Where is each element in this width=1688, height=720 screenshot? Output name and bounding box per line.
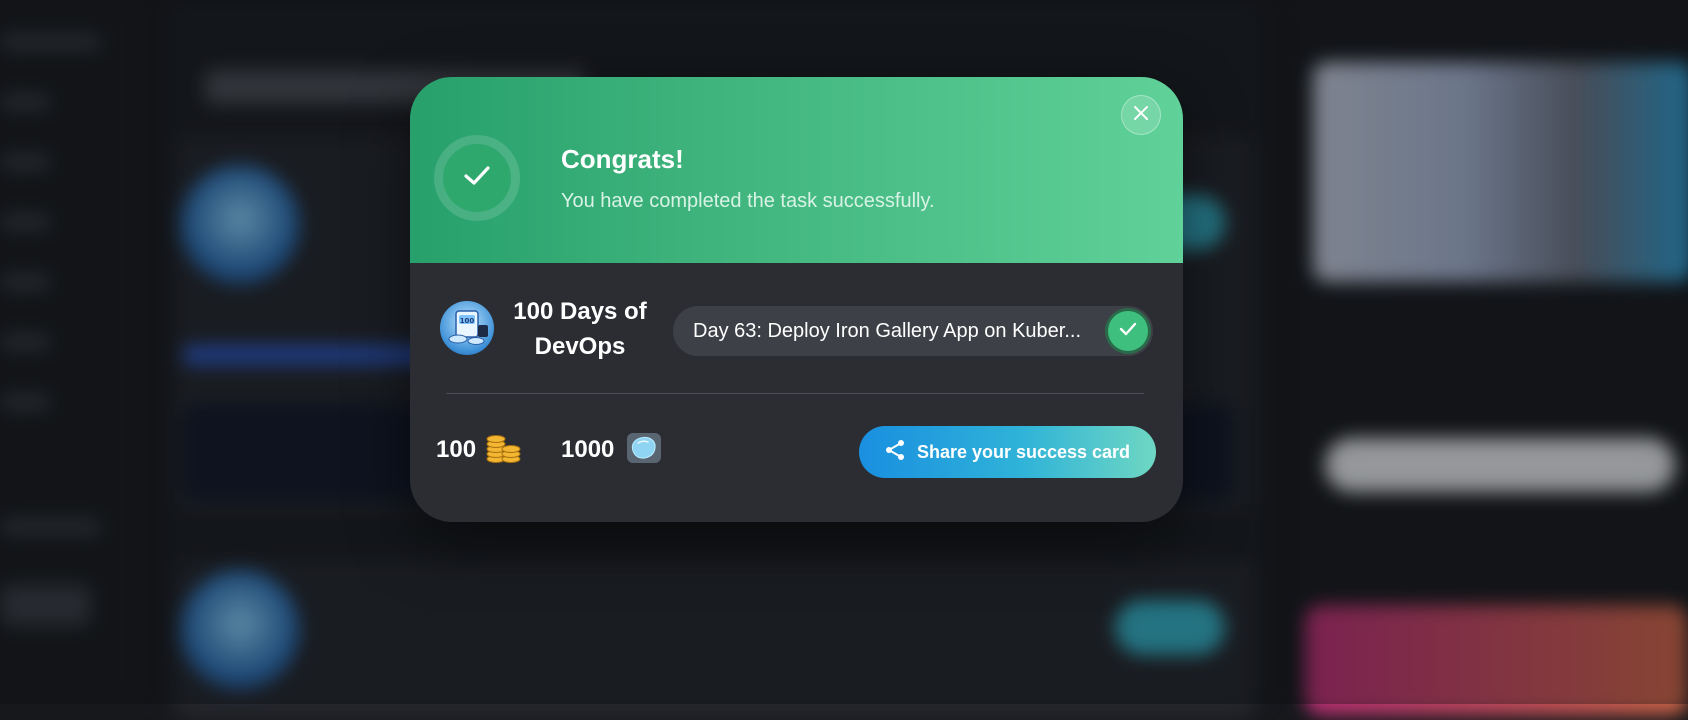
completed-task[interactable]: Day 63: Deploy Iron Gallery App on Kuber… [673,306,1153,356]
modal-subtitle: You have completed the task successfully… [561,190,935,212]
coins-reward: 100 [436,436,477,463]
modal-title: Congrats! [561,144,684,174]
share-button-label: Share your success card [916,441,1131,462]
task-title: Day 63: Deploy Iron Gallery App on Kuber… [693,320,1081,342]
close-button[interactable] [1121,95,1161,135]
gem-icon [627,433,661,463]
gems-reward: 1000 [561,436,615,463]
share-icon [885,439,905,466]
check-icon [463,165,491,192]
svg-text:100: 100 [460,317,475,325]
modal-header: Congrats! You have completed the task su… [410,77,1183,263]
success-modal: Congrats! You have completed the task su… [410,77,1183,522]
course-name: 100 Days of DevOps [513,298,647,360]
share-success-card-button[interactable]: Share your success card [859,426,1156,478]
success-badge [434,135,520,221]
divider [446,393,1144,394]
check-icon [1119,322,1137,341]
close-icon [1133,105,1149,126]
task-complete-badge [1108,311,1148,351]
course-logo: 100 [440,301,494,355]
coins-icon [485,432,521,464]
